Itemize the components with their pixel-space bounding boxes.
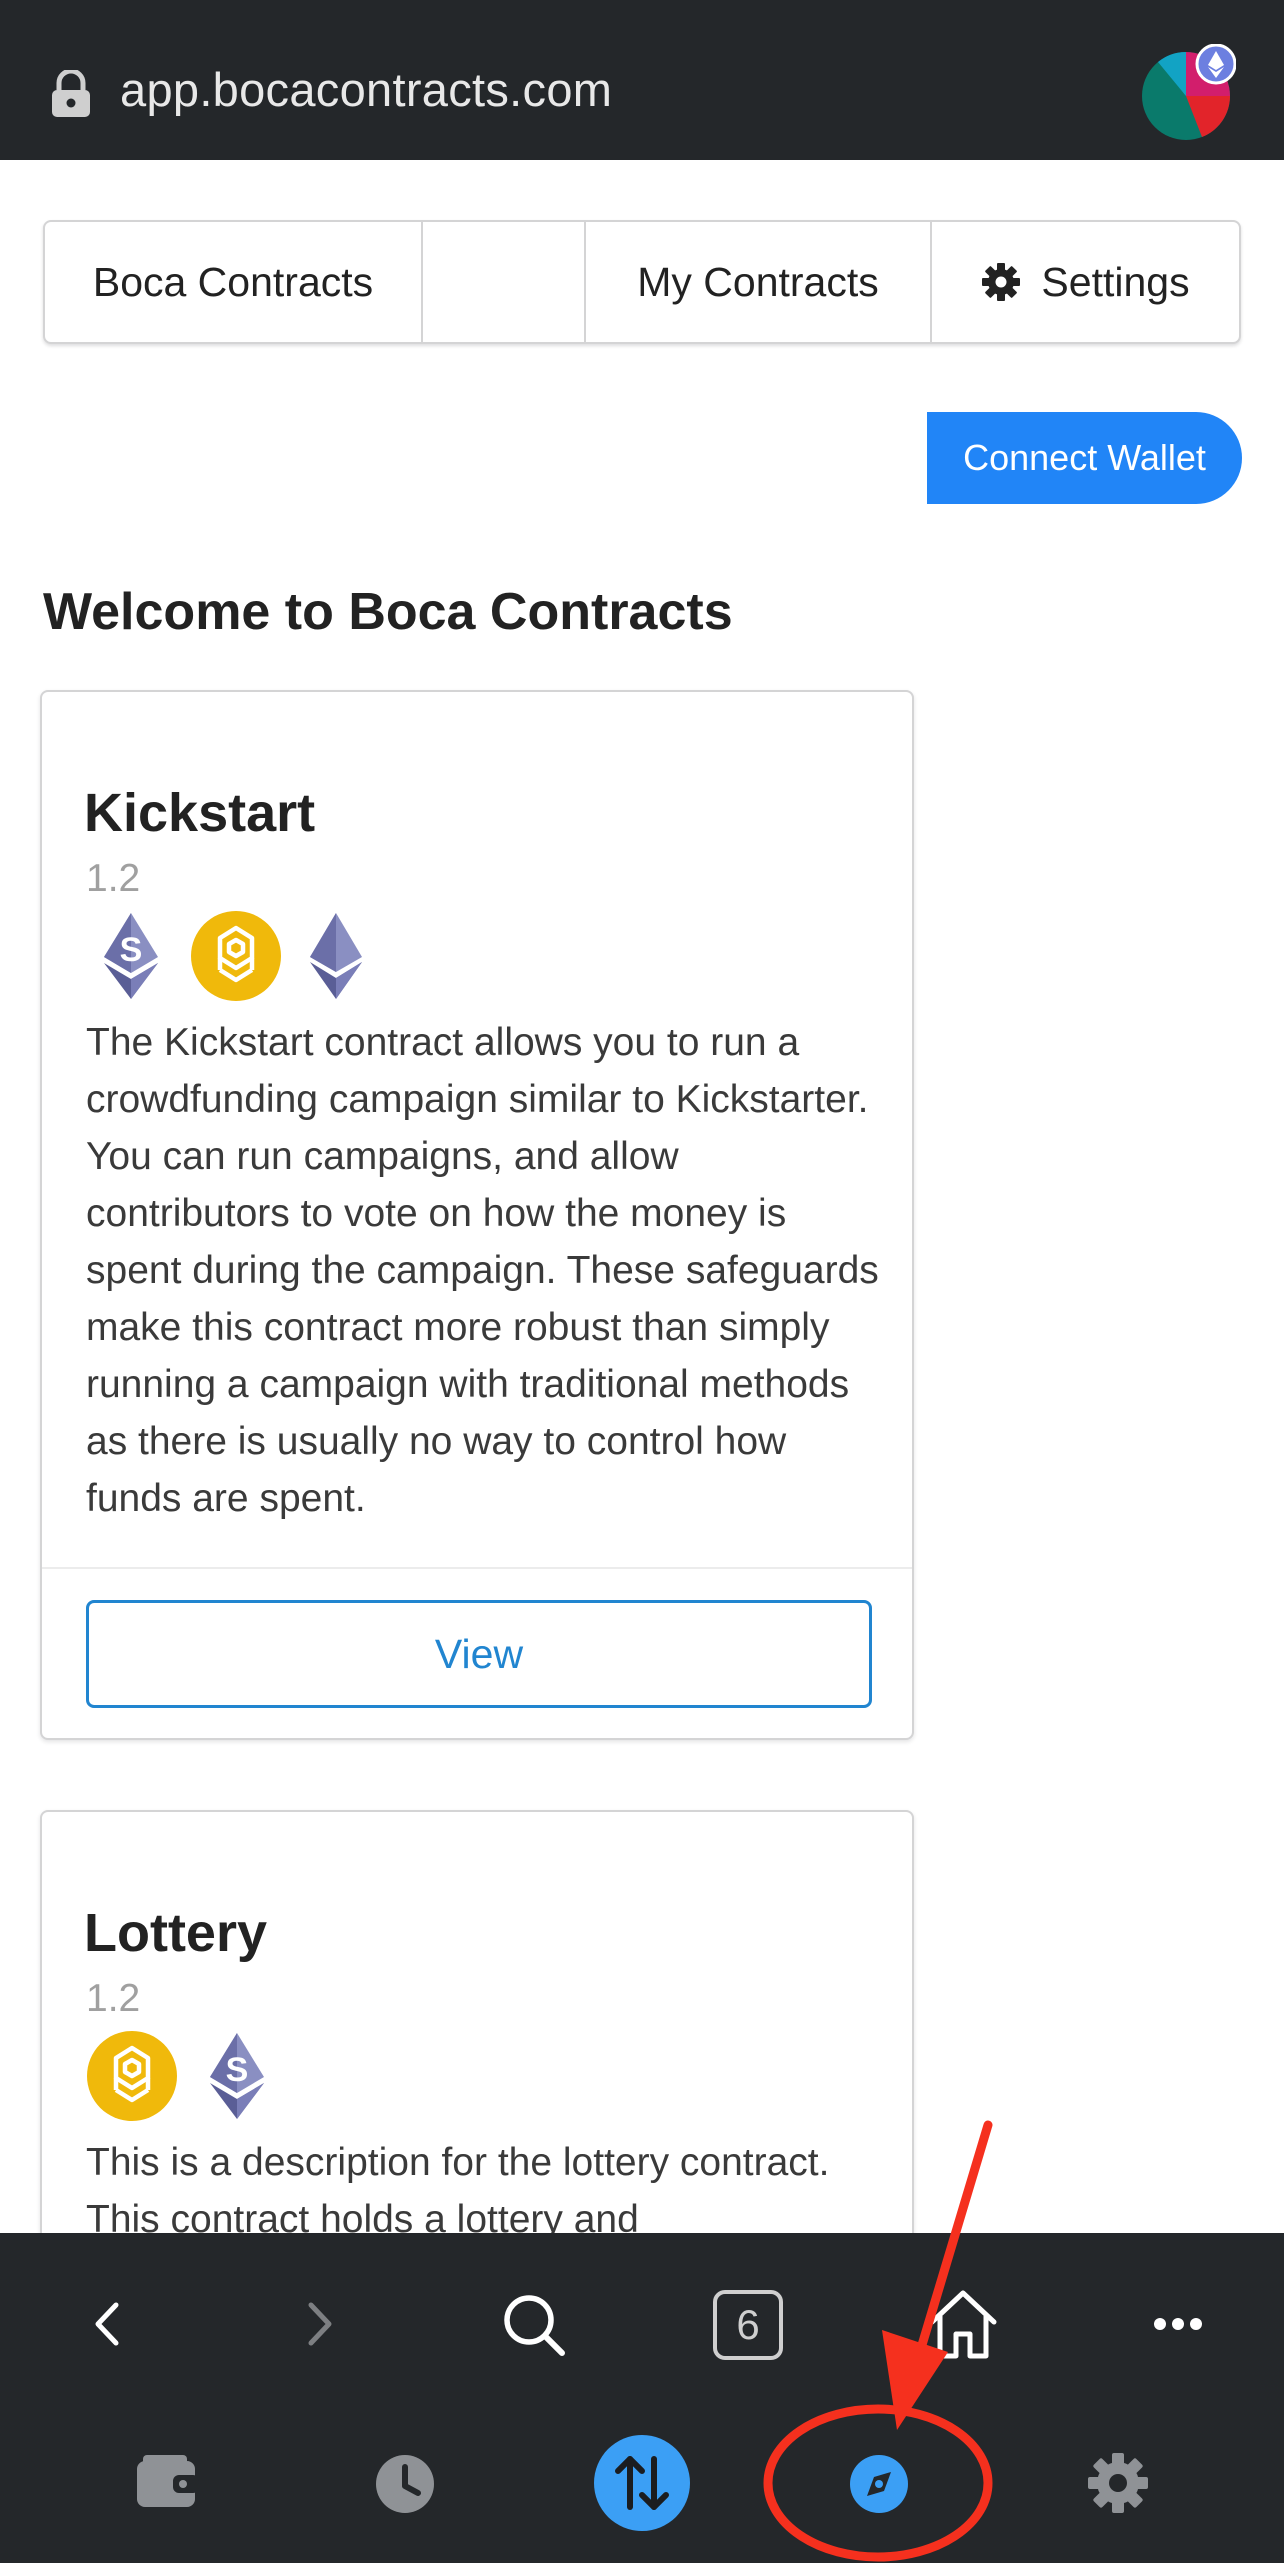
card-divider	[42, 1567, 912, 1569]
bnb-icon	[86, 2030, 178, 2127]
app-nav-menu: Boca Contracts My Contracts Settings	[43, 220, 1241, 344]
wallet-tab-bar	[0, 2413, 1284, 2563]
more-icon[interactable]	[1153, 2317, 1203, 2331]
contract-description: The Kickstart contract allows you to run…	[86, 1021, 879, 1520]
search-icon[interactable]	[502, 2293, 566, 2357]
svg-text:S: S	[226, 2051, 249, 2089]
tabs-icon[interactable]: 6	[713, 2290, 783, 2360]
account-avatar-icon[interactable]	[1138, 44, 1236, 142]
contract-title: Kickstart	[84, 783, 316, 843]
settings-gear-icon[interactable]	[1086, 2451, 1150, 2515]
view-button[interactable]: View	[86, 1600, 872, 1708]
svg-text:S: S	[120, 931, 143, 969]
chain-icons-row: S	[86, 2030, 296, 2127]
connect-wallet-button[interactable]: Connect Wallet	[927, 412, 1242, 504]
history-icon[interactable]	[374, 2453, 436, 2515]
chain-icons-row: S	[86, 910, 390, 1007]
contract-title: Lottery	[84, 1903, 268, 1963]
contract-version: 1.2	[86, 1977, 141, 2020]
nav-brand-boca-contracts[interactable]: Boca Contracts	[45, 222, 423, 342]
forward-icon[interactable]	[305, 2301, 335, 2347]
ethereum-s-icon: S	[86, 911, 176, 1006]
nav-my-contracts[interactable]: My Contracts	[586, 222, 932, 342]
wallet-icon[interactable]	[135, 2455, 201, 2511]
lock-icon	[52, 70, 90, 117]
back-icon[interactable]	[92, 2301, 122, 2347]
swap-icon	[615, 2456, 669, 2510]
contract-version: 1.2	[86, 857, 141, 900]
swap-button[interactable]	[594, 2435, 690, 2531]
browser-nav-toolbar: 6	[0, 2233, 1284, 2413]
nav-settings[interactable]: Settings	[932, 222, 1239, 342]
page-title: Welcome to Boca Contracts	[43, 583, 733, 641]
browser-compass-icon[interactable]	[848, 2453, 910, 2515]
bnb-icon	[190, 910, 282, 1007]
url-text[interactable]: app.bocacontracts.com	[120, 62, 612, 117]
nav-settings-label: Settings	[1041, 258, 1190, 305]
gear-icon	[982, 263, 1021, 301]
contract-card-kickstart: Kickstart 1.2 S The Kickstart contract a…	[40, 690, 914, 1740]
nav-empty-item[interactable]	[423, 222, 586, 342]
browser-url-bar[interactable]: app.bocacontracts.com	[0, 0, 1284, 160]
ethereum-icon	[296, 911, 376, 1006]
home-icon[interactable]	[928, 2288, 998, 2360]
ethereum-s-icon: S	[192, 2031, 282, 2126]
contract-description: This is a description for the lottery co…	[86, 2141, 830, 2241]
